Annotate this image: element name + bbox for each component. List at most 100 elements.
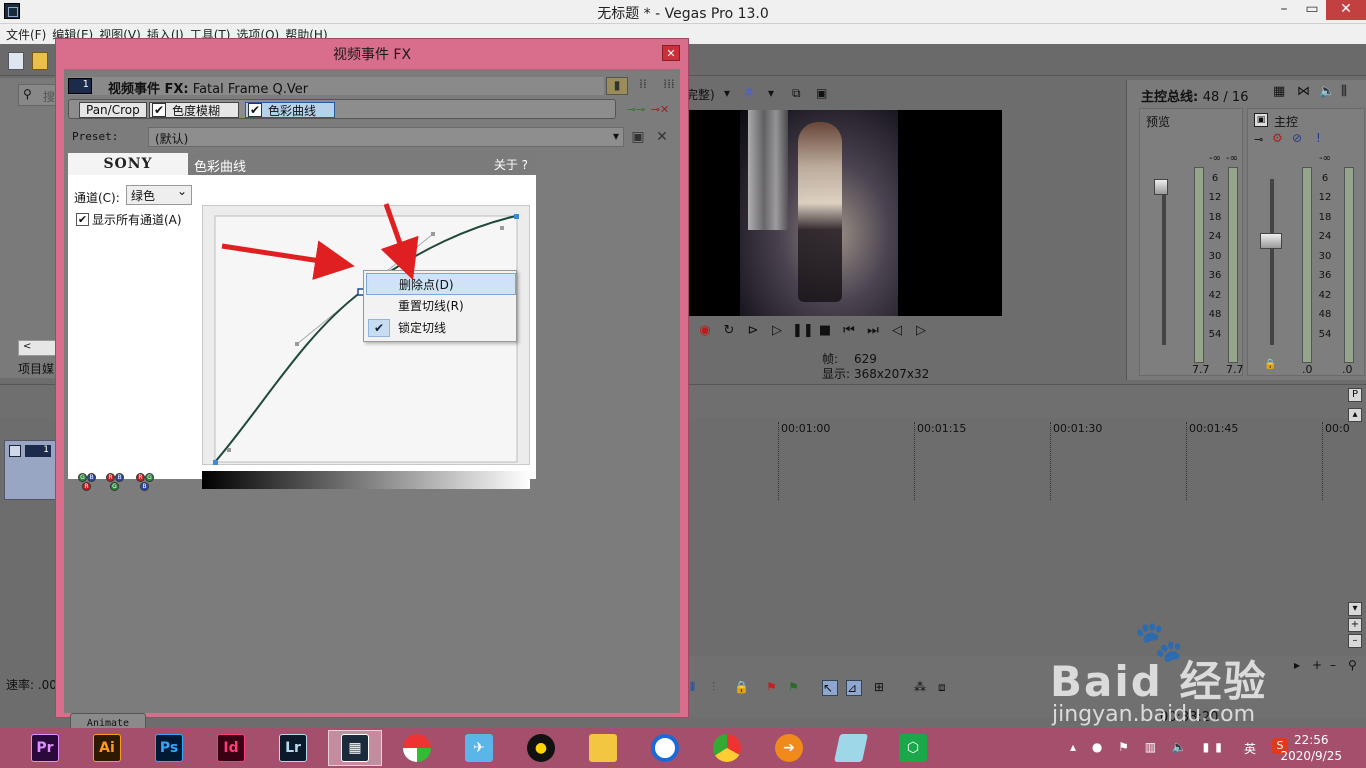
delete-preset-icon[interactable]: ✕ (654, 129, 670, 145)
taskbar-qq[interactable]: ● (514, 730, 568, 766)
pause-icon[interactable]: ❚❚ (792, 322, 814, 340)
tangent-handle[interactable] (500, 226, 504, 230)
timeline-ruler[interactable]: 00:01:00 00:01:15 00:01:30 00:01:45 00:0 (688, 418, 1350, 502)
rgb-channel-icon[interactable]: RGB (136, 473, 158, 493)
clock[interactable]: 22:56 2020/9/25 (1280, 732, 1342, 764)
explorer-search[interactable]: ⚲ 搜 (18, 84, 58, 106)
explorer-scroll-left[interactable]: < (18, 340, 58, 356)
scroll-down-icon[interactable]: ▾ (1348, 602, 1362, 616)
taskbar-app-orange[interactable]: ➔ (762, 730, 816, 766)
plugin-enable-checkbox[interactable]: ✔ (152, 103, 166, 117)
taskbar-photoshop[interactable]: Ps (142, 730, 196, 766)
stop-icon[interactable]: ■ (816, 322, 834, 340)
play-from-start-icon[interactable]: ⊳ (744, 322, 762, 340)
auto-ripple-icon[interactable]: ⁂ (914, 680, 930, 696)
play-icon[interactable]: ▷ (768, 322, 786, 340)
open-folder-icon[interactable] (32, 52, 48, 70)
trim-icon[interactable]: ⫴ (690, 680, 706, 696)
save-frame-icon[interactable]: ▣ (816, 86, 827, 100)
zoom-in-icon[interactable]: + (1348, 618, 1362, 632)
new-file-icon[interactable] (8, 52, 24, 70)
tangent-handle[interactable] (227, 448, 231, 452)
checkbox-checked-icon[interactable]: ✔ (76, 213, 89, 226)
prev-frame-icon[interactable]: ◁ (888, 322, 906, 340)
menu-file[interactable]: 文件(F) (6, 24, 52, 44)
track-collapse-icon[interactable] (9, 445, 21, 457)
bus-settings-icon[interactable]: ▦ (1273, 84, 1285, 99)
region-icon[interactable]: ⚑ (788, 680, 804, 696)
taskbar-app-notes[interactable] (824, 730, 878, 766)
taskbar-app-green[interactable]: ⬡ (886, 730, 940, 766)
lock-envelope-icon[interactable]: 🔒 (734, 680, 750, 696)
tangent-handle[interactable] (431, 232, 435, 236)
mute-icon[interactable]: ⊘ (1292, 131, 1302, 145)
ime-indicator[interactable]: 英 (1244, 740, 1256, 757)
lock-icon[interactable]: 🔒 (1264, 359, 1276, 370)
about-button[interactable]: 关于 ? (494, 156, 528, 173)
chevron-down-icon[interactable]: ▾ (768, 86, 774, 100)
chevron-down-icon[interactable]: ▾ (724, 86, 730, 100)
menu-delete-point[interactable]: 删除点(D) (366, 273, 516, 295)
normal-edit-tool-icon[interactable]: ↖ (822, 680, 838, 696)
maximize-icon[interactable]: ▭ (1298, 0, 1326, 20)
rgb-channel-icon[interactable]: GBR (78, 473, 100, 493)
tangent-handle[interactable] (295, 342, 299, 346)
go-to-end-icon[interactable]: ⏭ (864, 322, 882, 340)
minimize-icon[interactable]: – (1270, 0, 1298, 20)
curve-point[interactable] (213, 460, 218, 465)
taskbar-app-pinwheel[interactable] (390, 730, 444, 766)
next-frame-icon[interactable]: ▷ (912, 322, 930, 340)
speaker-icon[interactable]: 🔈 (1319, 84, 1335, 99)
show-all-channels-checkbox[interactable]: ✔ 显示所有通道(A) (76, 211, 182, 228)
go-to-start-icon[interactable]: ⏮ (840, 322, 858, 340)
rgb-channel-icon[interactable]: RBG (106, 473, 128, 493)
selection-tool-icon[interactable]: ⊞ (874, 680, 890, 696)
taskbar-vegas[interactable]: ▦ (328, 730, 382, 766)
plugin-chroma-blur[interactable]: ✔ 色度模糊 (149, 102, 239, 118)
marker-icon[interactable]: P (1348, 388, 1362, 402)
search-icon[interactable]: ⚲ (1348, 658, 1364, 674)
plugin-pan-crop[interactable]: Pan/Crop (79, 102, 147, 118)
split-view-icon[interactable]: ⁞⁞ (632, 77, 654, 95)
preset-select[interactable]: (默认) (148, 127, 624, 147)
taskbar-indesign[interactable]: Id (204, 730, 258, 766)
bus-routing-icon[interactable]: ⋈ (1297, 84, 1310, 99)
scroll-up-icon[interactable]: ▴ (1348, 408, 1362, 422)
preview-fader-knob[interactable] (1154, 179, 1168, 195)
zoom-out-icon[interactable]: – (1348, 634, 1362, 648)
envelope-tool-icon[interactable]: ⊿ (846, 680, 862, 696)
master-fader-track[interactable] (1270, 179, 1274, 345)
pan-icon[interactable]: ⊸ (1254, 133, 1263, 146)
marker-icon[interactable]: ⚑ (766, 680, 782, 696)
taskbar-premiere[interactable]: Pr (18, 730, 72, 766)
close-icon[interactable]: ✕ (662, 45, 680, 61)
save-preset-icon[interactable]: ▣ (630, 129, 646, 145)
taskbar-lightroom[interactable]: Lr (266, 730, 320, 766)
track-header[interactable]: 1 (4, 440, 56, 500)
copy-frame-icon[interactable]: ⧉ (792, 86, 801, 101)
grid-view-icon[interactable]: ⁞⁞⁞ (658, 77, 680, 95)
loop-icon[interactable]: ↻ (720, 322, 738, 340)
master-fx-icon[interactable]: ▣ (1254, 113, 1268, 127)
taskbar-chrome[interactable] (700, 730, 754, 766)
taskbar-app-bird[interactable]: ✈ (452, 730, 506, 766)
record-icon[interactable]: ◉ (696, 322, 714, 340)
remove-plugin-icon[interactable]: ⊸✕ (650, 103, 670, 119)
curve-point[interactable] (514, 214, 519, 219)
snapping-icon[interactable]: ⧈ (938, 680, 954, 696)
grid-icon[interactable]: # (744, 86, 754, 100)
plugin-color-curves[interactable]: ✔ 色彩曲线 (245, 102, 335, 118)
master-fader-knob[interactable] (1260, 233, 1282, 249)
menu-reset-tangent[interactable]: 重置切线(R) (366, 295, 516, 317)
plugin-enable-checkbox[interactable]: ✔ (248, 103, 262, 117)
single-view-icon[interactable]: ▮ (606, 77, 628, 95)
fx-gear-icon[interactable]: ⚙ (1272, 131, 1283, 145)
preview-quality[interactable]: 完整) (686, 86, 715, 103)
taskbar-illustrator[interactable]: Ai (80, 730, 134, 766)
split-icon[interactable]: ⫶ (712, 680, 728, 696)
channel-select[interactable]: 绿色 (126, 184, 192, 205)
preview-fader-track[interactable] (1162, 179, 1166, 345)
plugin-chain-icon[interactable]: ⊸⊸ (626, 103, 646, 119)
tab-project-media[interactable]: 项目媒 (18, 360, 54, 377)
taskbar-explorer[interactable] (576, 730, 630, 766)
